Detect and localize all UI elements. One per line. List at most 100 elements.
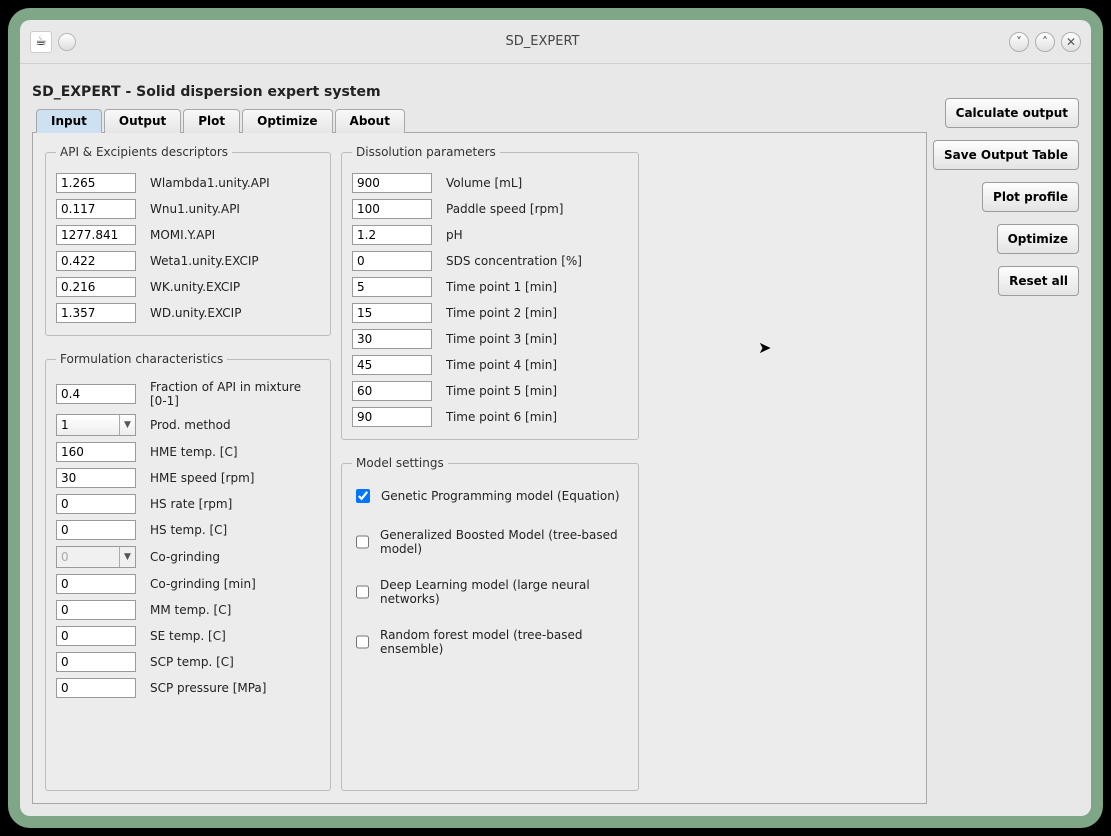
group-api-descriptors: API & Excipients descriptors Wlambda1.un… [45, 145, 331, 336]
field-label: WK.unity.EXCIP [150, 280, 240, 294]
value-input[interactable] [56, 678, 136, 698]
close-button[interactable]: ✕ [1061, 32, 1081, 52]
field-label: Prod. method [150, 418, 231, 432]
field-row: Volume [mL] [352, 173, 628, 193]
value-input[interactable] [56, 626, 136, 646]
field-label: Volume [mL] [446, 176, 522, 190]
calculate-output-button[interactable]: Calculate output [945, 98, 1079, 128]
field-label: Fraction of API in mixture [0-1] [150, 380, 320, 408]
model-label: Random forest model (tree-based ensemble… [380, 628, 628, 656]
tab-output[interactable]: Output [104, 109, 181, 133]
value-input[interactable] [352, 173, 432, 193]
value-input[interactable] [56, 442, 136, 462]
value-input[interactable] [56, 199, 136, 219]
value-input[interactable] [352, 329, 432, 349]
value-input[interactable] [352, 199, 432, 219]
field-row: Wlambda1.unity.API [56, 173, 320, 193]
field-label: Time point 6 [min] [446, 410, 557, 424]
field-label: SE temp. [C] [150, 629, 226, 643]
save-output-table-button[interactable]: Save Output Table [933, 140, 1079, 170]
field-label: MOMI.Y.API [150, 228, 215, 242]
value-input[interactable] [56, 251, 136, 271]
titlebar: ☕ SD_EXPERT ˅ ˄ ✕ [20, 20, 1091, 64]
value-input[interactable] [352, 303, 432, 323]
combo-value: 0 [57, 550, 119, 564]
side-buttons: Calculate outputSave Output TablePlot pr… [939, 72, 1079, 804]
group-formulation-legend: Formulation characteristics [56, 352, 227, 366]
field-row: HME temp. [C] [56, 442, 320, 462]
value-input[interactable] [56, 384, 136, 404]
value-input[interactable] [56, 494, 136, 514]
group-dissolution-legend: Dissolution parameters [352, 145, 500, 159]
field-row: 1▼ Prod. method [56, 414, 320, 436]
value-input[interactable] [56, 225, 136, 245]
model-checkbox[interactable] [356, 535, 369, 549]
field-row: Paddle speed [rpm] [352, 199, 628, 219]
field-label: HS rate [rpm] [150, 497, 232, 511]
group-api-legend: API & Excipients descriptors [56, 145, 232, 159]
cursor-icon: ➤ [758, 338, 771, 357]
value-input[interactable] [56, 574, 136, 594]
chevron-down-icon: ▼ [119, 415, 135, 435]
app-icon: ☕ [30, 31, 52, 53]
model-option: Deep Learning model (large neural networ… [352, 578, 628, 606]
app-window: ☕ SD_EXPERT ˅ ˄ ✕ SD_EXPERT - Solid disp… [20, 20, 1091, 816]
field-row: Time point 6 [min] [352, 407, 628, 427]
model-label: Generalized Boosted Model (tree-based mo… [380, 528, 628, 556]
combo-select[interactable]: 1▼ [56, 414, 136, 436]
value-input[interactable] [56, 600, 136, 620]
maximize-button[interactable]: ˄ [1035, 32, 1055, 52]
field-row: MOMI.Y.API [56, 225, 320, 245]
field-row: Weta1.unity.EXCIP [56, 251, 320, 271]
field-row: Time point 2 [min] [352, 303, 628, 323]
chevron-down-icon: ▼ [119, 547, 135, 567]
combo-select: 0▼ [56, 546, 136, 568]
field-label: HS temp. [C] [150, 523, 227, 537]
field-label: HME speed [rpm] [150, 471, 254, 485]
field-row: Time point 4 [min] [352, 355, 628, 375]
field-row: Wnu1.unity.API [56, 199, 320, 219]
value-input[interactable] [352, 277, 432, 297]
field-label: pH [446, 228, 463, 242]
group-model-settings: Model settings Genetic Programming model… [341, 456, 639, 791]
value-input[interactable] [56, 520, 136, 540]
field-row: pH [352, 225, 628, 245]
value-input[interactable] [56, 173, 136, 193]
field-label: Co-grinding [150, 550, 220, 564]
field-row: WD.unity.EXCIP [56, 303, 320, 323]
group-model-legend: Model settings [352, 456, 448, 470]
tab-about[interactable]: About [335, 109, 405, 133]
plot-profile-button[interactable]: Plot profile [982, 182, 1079, 212]
tab-input[interactable]: Input [36, 109, 102, 133]
field-row: SDS concentration [%] [352, 251, 628, 271]
field-label: Wnu1.unity.API [150, 202, 240, 216]
field-label: Time point 4 [min] [446, 358, 557, 372]
value-input[interactable] [352, 407, 432, 427]
field-label: SCP pressure [MPa] [150, 681, 266, 695]
combo-value: 1 [57, 418, 119, 432]
model-checkbox[interactable] [356, 585, 369, 599]
reset-all-button[interactable]: Reset all [998, 266, 1079, 296]
tab-optimize[interactable]: Optimize [242, 109, 332, 133]
group-formulation: Formulation characteristics Fraction of … [45, 352, 331, 791]
value-input[interactable] [56, 652, 136, 672]
model-checkbox[interactable] [356, 489, 370, 503]
optimize-button[interactable]: Optimize [997, 224, 1079, 254]
field-label: Time point 2 [min] [446, 306, 557, 320]
value-input[interactable] [352, 381, 432, 401]
field-row: SCP pressure [MPa] [56, 678, 320, 698]
value-input[interactable] [352, 225, 432, 245]
field-row: HS temp. [C] [56, 520, 320, 540]
value-input[interactable] [56, 468, 136, 488]
field-row: MM temp. [C] [56, 600, 320, 620]
tab-plot[interactable]: Plot [183, 109, 240, 133]
tab-panel-input: API & Excipients descriptors Wlambda1.un… [32, 132, 927, 804]
value-input[interactable] [352, 251, 432, 271]
value-input[interactable] [352, 355, 432, 375]
value-input[interactable] [56, 303, 136, 323]
rollup-button[interactable] [58, 33, 76, 51]
minimize-button[interactable]: ˅ [1009, 32, 1029, 52]
window-title: SD_EXPERT [76, 34, 1009, 49]
model-checkbox[interactable] [356, 635, 369, 649]
value-input[interactable] [56, 277, 136, 297]
